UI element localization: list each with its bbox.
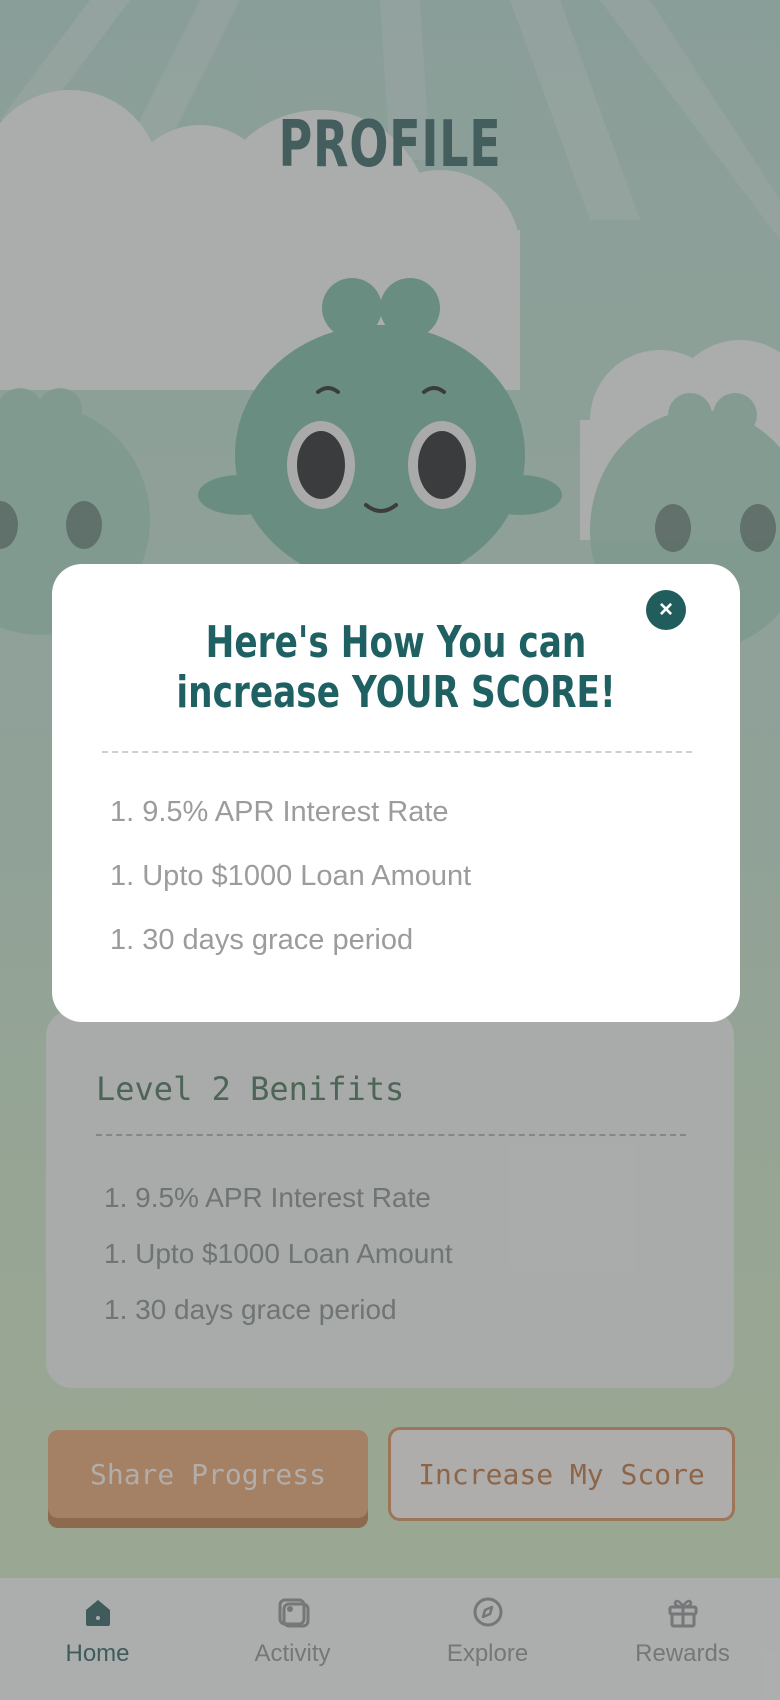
modal-title: Here's How You can increase YOUR SCORE! [128,618,665,718]
modal-title-line1: Here's How You can [205,617,587,668]
modal-divider [102,751,692,753]
list-item: 1. Upto $1000 Loan Amount [110,860,472,892]
list-item: 1. 30 days grace period [110,924,414,956]
list-item: 1. 9.5% APR Interest Rate [110,796,449,828]
modal-list: 1. 9.5% APR Interest Rate 1. Upto $1000 … [110,796,471,988]
modal-title-line2: increase YOUR SCORE! [176,667,616,718]
score-tips-modal: × Here's How You can increase YOUR SCORE… [52,564,740,1022]
